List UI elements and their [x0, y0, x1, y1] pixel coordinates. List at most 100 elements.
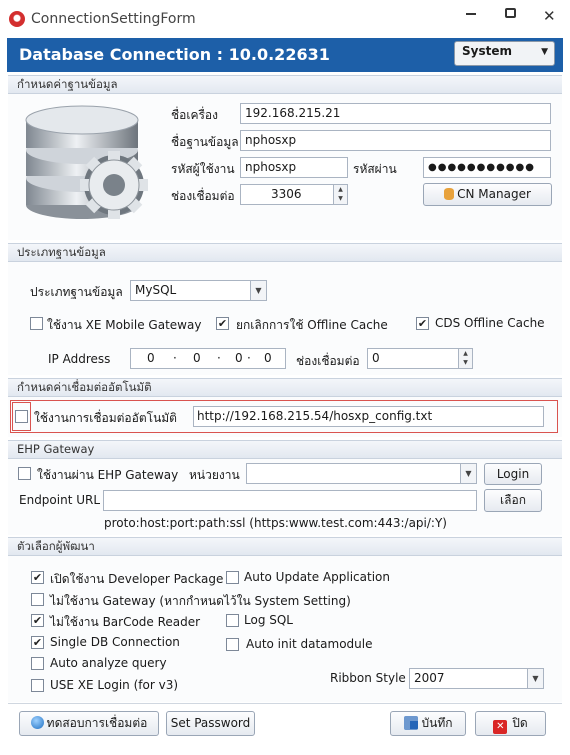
log-sql-label: Log SQL	[244, 613, 293, 627]
db-settings-header: กำหนดค่าฐานข้อมูล	[8, 75, 562, 94]
window-title: ConnectionSettingForm	[31, 11, 196, 27]
chevron-down-icon: ▼	[460, 464, 476, 483]
auto-update-checkbox[interactable]	[226, 571, 239, 584]
ribbon-style-value: 2007	[414, 671, 445, 685]
db-type-value: MySQL	[135, 283, 177, 297]
dbname-label: ชื่อฐานข้อมูล	[171, 135, 239, 149]
no-barcode-label: ไม่ใช้งาน BarCode Reader	[50, 615, 201, 629]
header-bar: Database Connection : 10.0.22631 System …	[7, 38, 563, 72]
cds-offline-label: CDS Offline Cache	[435, 316, 545, 330]
ehp-unit-label: หน่วยงาน	[189, 468, 240, 482]
port-label: ช่องเชื่อมต่อ	[171, 189, 235, 203]
no-gateway-label: ไม่ใช้งาน Gateway (หากกำหนดไว้ใน System …	[50, 594, 351, 608]
endpoint-hint: proto:host:port:path:ssl (https:www.test…	[104, 516, 447, 530]
developer-package-label: เปิดใช้งาน Developer Package	[50, 572, 224, 586]
ribbon-style-label: Ribbon Style	[330, 671, 406, 685]
ip-port-value: 0	[372, 351, 380, 365]
close-label: ปิด	[512, 716, 528, 730]
chevron-down-icon: ▼	[527, 669, 543, 688]
ip-port-spinner[interactable]: ▲ ▼	[458, 349, 472, 368]
auto-init-label: Auto init datamodule	[246, 637, 373, 651]
single-db-checkbox[interactable]: ✔	[31, 636, 44, 649]
xe-gateway-label: ใช้งาน XE Mobile Gateway	[47, 318, 202, 332]
mode-select-value: System	[462, 44, 512, 58]
auto-connect-label: ใช้งานการเชื่อมต่ออัตโนมัติ	[34, 411, 177, 425]
choose-button[interactable]: เลือก	[484, 489, 542, 512]
ehp-use-checkbox[interactable]	[18, 467, 31, 480]
db-type-select[interactable]: MySQL ▼	[130, 280, 267, 301]
endpoint-field[interactable]	[103, 490, 477, 511]
port-value: 3306	[271, 187, 302, 201]
auto-connect-url-field[interactable]: http://192.168.215.54/hosxp_config.txt	[193, 406, 544, 427]
ip-octet-1: 0	[147, 351, 155, 365]
endpoint-label: Endpoint URL	[19, 493, 101, 507]
ip-port-label: ช่องเชื่อมต่อ	[296, 354, 360, 368]
minimize-button[interactable]	[466, 13, 476, 15]
page-title: Database Connection : 10.0.22631	[19, 45, 330, 64]
save-label: บันทึก	[421, 716, 453, 730]
ehp-header: EHP Gateway	[8, 440, 562, 459]
ip-octet-2: 0	[193, 351, 201, 365]
database-gear-icon	[22, 100, 162, 230]
ip-port-field[interactable]: 0 ▲ ▼	[367, 348, 473, 369]
globe-icon	[30, 716, 44, 729]
cancel-offline-checkbox[interactable]: ✔	[216, 317, 229, 330]
ip-octet-4: 0	[264, 351, 272, 365]
user-label: รหัสผู้ใช้งาน	[171, 162, 235, 176]
auto-update-label: Auto Update Application	[244, 570, 390, 584]
cancel-offline-label: ยกเลิกการใช้ Offline Cache	[236, 318, 388, 332]
xe-gateway-checkbox[interactable]	[30, 317, 43, 330]
no-barcode-checkbox[interactable]: ✔	[31, 614, 44, 627]
title-bar: ConnectionSettingForm ✕	[0, 0, 570, 38]
db-type-label: ประเภทฐานข้อมูล	[30, 285, 123, 299]
auto-analyze-checkbox[interactable]	[31, 657, 44, 670]
user-field[interactable]: nphosxp	[240, 157, 348, 178]
ribbon-style-select[interactable]: 2007 ▼	[409, 668, 544, 689]
ip-address-label: IP Address	[48, 352, 111, 366]
auto-init-checkbox[interactable]	[226, 638, 239, 651]
password-label: รหัสผ่าน	[353, 162, 397, 176]
ip-dot: ·	[247, 351, 251, 365]
xe-login-label: USE XE Login (for v3)	[50, 678, 179, 692]
password-field[interactable]: ●●●●●●●●●●●	[423, 157, 551, 178]
chevron-down-icon: ▼	[250, 281, 266, 300]
test-connection-button[interactable]: ทดสอบการเชื่อมต่อ	[19, 711, 159, 736]
developer-package-checkbox[interactable]: ✔	[31, 571, 44, 584]
footer-divider	[8, 703, 562, 704]
ehp-unit-select[interactable]: ▼	[246, 463, 477, 484]
machine-label: ชื่อเครื่อง	[171, 108, 218, 122]
mode-select[interactable]: System ▼	[454, 41, 555, 66]
machine-field[interactable]: 192.168.215.21	[240, 103, 551, 124]
ip-dot: ·	[173, 351, 177, 365]
dev-options-header: ตัวเลือกผู้พัฒนา	[8, 537, 562, 556]
single-db-label: Single DB Connection	[50, 635, 180, 649]
database-icon	[444, 188, 455, 200]
maximize-button[interactable]	[505, 8, 516, 18]
xe-login-checkbox[interactable]	[31, 679, 44, 692]
cds-offline-checkbox[interactable]: ✔	[416, 317, 429, 330]
auto-connect-checkbox[interactable]	[15, 410, 28, 423]
chevron-down-icon: ▼	[541, 47, 548, 57]
dbname-field[interactable]: nphosxp	[240, 130, 551, 151]
test-connection-label: ทดสอบการเชื่อมต่อ	[46, 716, 148, 730]
save-button[interactable]: บันทึก	[390, 711, 466, 736]
cn-manager-label: CN Manager	[457, 187, 531, 201]
ip-address-field[interactable]: 0 · 0 · 0 · 0	[130, 348, 286, 369]
ip-dot: ·	[217, 351, 221, 365]
auto-connect-header: กำหนดค่าเชื่อมต่ออัตโนมัติ	[8, 378, 562, 397]
ehp-use-label: ใช้งานผ่าน EHP Gateway	[37, 468, 179, 482]
db-type-header: ประเภทฐานข้อมูล	[8, 243, 562, 262]
log-sql-checkbox[interactable]	[226, 614, 239, 627]
close-window-button[interactable]: ✕	[543, 7, 556, 25]
ip-octet-3: 0	[235, 351, 243, 365]
port-spinner[interactable]: ▲ ▼	[333, 185, 347, 204]
close-button[interactable]: ✕ ปิด	[475, 711, 546, 736]
close-icon: ✕	[493, 720, 508, 734]
auto-analyze-label: Auto analyze query	[50, 656, 167, 670]
app-icon	[9, 11, 25, 27]
port-field[interactable]: 3306 ▲ ▼	[240, 184, 348, 205]
no-gateway-checkbox[interactable]	[31, 593, 44, 606]
cn-manager-button[interactable]: CN Manager	[423, 183, 552, 206]
login-button[interactable]: Login	[484, 463, 542, 485]
set-password-button[interactable]: Set Password	[166, 711, 255, 736]
